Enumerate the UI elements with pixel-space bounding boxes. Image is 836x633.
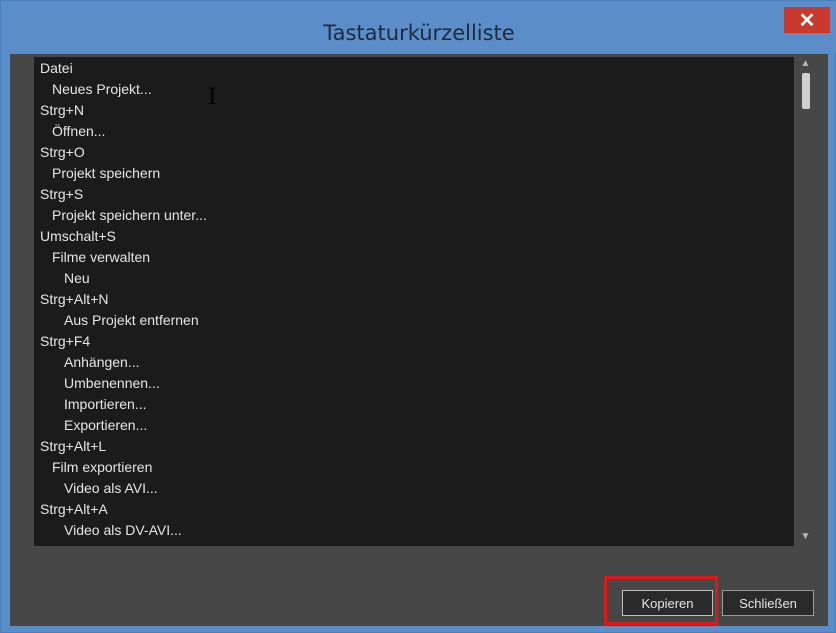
text-cursor-icon: I (208, 85, 217, 110)
list-item[interactable]: Neu (64, 268, 90, 289)
dialog-title: Tastaturkürzelliste (323, 21, 515, 45)
list-item[interactable]: Film exportieren (52, 457, 152, 478)
list-item[interactable]: Exportieren... (64, 415, 147, 436)
list-item[interactable]: Anhängen... (64, 352, 140, 373)
scroll-up-icon[interactable]: ▲ (799, 57, 812, 70)
list-item[interactable]: Neues Projekt... (52, 79, 152, 100)
list-item[interactable]: Video als DV-AVI... (64, 520, 182, 541)
close-icon: ✕ (798, 9, 816, 32)
dialog-body: Datei Neues Projekt... Strg+N Öffnen... … (10, 54, 828, 626)
scroll-down-icon[interactable]: ▼ (799, 530, 812, 543)
list-item[interactable]: Strg+Alt+N (40, 289, 108, 310)
title-bar: Tastaturkürzelliste ✕ (1, 1, 836, 53)
list-item[interactable]: Umschalt+S (40, 226, 116, 247)
list-item[interactable]: Projekt speichern (52, 163, 160, 184)
list-item[interactable]: Video als AVI... (64, 478, 158, 499)
close-button[interactable]: Schließen (722, 590, 814, 616)
list-item[interactable]: Strg+Alt+L (40, 436, 106, 457)
shortcut-list[interactable]: Datei Neues Projekt... Strg+N Öffnen... … (34, 57, 794, 546)
scrollbar-thumb[interactable] (802, 73, 810, 109)
close-window-button[interactable]: ✕ (784, 7, 830, 33)
list-item[interactable]: Öffnen... (52, 121, 105, 142)
list-item[interactable]: Strg+N (40, 100, 84, 121)
list-item[interactable]: Strg+O (40, 142, 85, 163)
list-item[interactable]: Strg+S (40, 184, 83, 205)
list-item[interactable]: Projekt speichern unter... (52, 205, 207, 226)
list-item[interactable]: Datei (40, 58, 73, 79)
list-item[interactable]: Filme verwalten (52, 247, 150, 268)
list-item[interactable]: Umbenennen... (64, 373, 160, 394)
copy-button-highlight (604, 576, 718, 625)
list-item[interactable]: Aus Projekt entfernen (64, 310, 199, 331)
list-item[interactable]: Importieren... (64, 394, 146, 415)
list-item[interactable]: Strg+F4 (40, 331, 90, 352)
vertical-scrollbar[interactable]: ▲ ▼ (797, 57, 814, 546)
shortcut-list-dialog: Tastaturkürzelliste ✕ Datei Neues Projek… (0, 0, 836, 633)
list-item[interactable]: Strg+Alt+A (40, 499, 108, 520)
